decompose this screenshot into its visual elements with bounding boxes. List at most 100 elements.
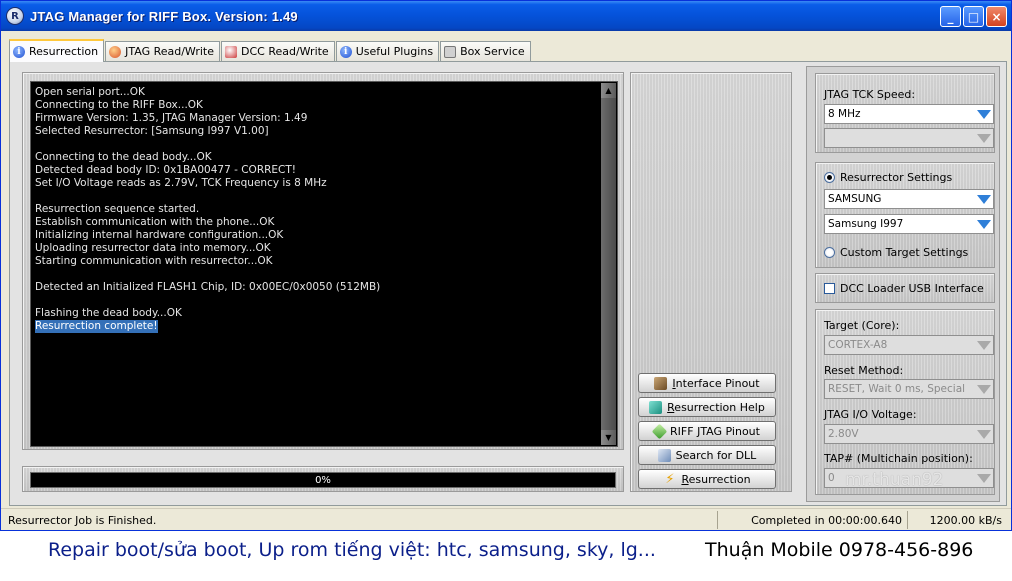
tab-useful-plugins[interactable]: i Useful Plugins bbox=[335, 41, 440, 61]
scroll-thumb[interactable] bbox=[601, 98, 616, 430]
app-window: R JTAG Manager for RIFF Box. Version: 1.… bbox=[0, 0, 1012, 531]
model-value: Samsung I997 bbox=[828, 218, 904, 230]
log-line: Firmware Version: 1.35, JTAG Manager Ver… bbox=[35, 112, 597, 125]
manufacturer-value: SAMSUNG bbox=[828, 193, 882, 205]
dcc-loader-checkbox[interactable] bbox=[824, 283, 835, 294]
title-bar[interactable]: R JTAG Manager for RIFF Box. Version: 1.… bbox=[1, 1, 1011, 31]
info-icon: i bbox=[339, 45, 352, 58]
info-icon: i bbox=[13, 45, 25, 58]
tab-box-service[interactable]: Box Service bbox=[440, 41, 531, 61]
log-line-text: Firmware Version: 1.35, JTAG Manager Ver… bbox=[35, 112, 308, 124]
reset-method-value: RESET, Wait 0 ms, Special bbox=[828, 383, 966, 395]
status-message: Resurrector Job is Finished. bbox=[8, 513, 157, 527]
chevron-down-icon[interactable] bbox=[976, 218, 991, 231]
tab-jtag-read-write[interactable]: JTAG Read/Write bbox=[105, 41, 220, 61]
target-core-select[interactable]: CORTEX-A8 bbox=[824, 335, 994, 355]
button-label: Resurrection Help bbox=[667, 400, 765, 414]
log-line-text: Connecting to the RIFF Box...OK bbox=[35, 99, 203, 111]
tab-resurrection[interactable]: i Resurrection bbox=[9, 39, 105, 62]
app-logo-icon[interactable]: R bbox=[6, 7, 24, 25]
log-line-text: Starting communication with resurrector.… bbox=[35, 255, 273, 267]
chevron-down-icon[interactable] bbox=[976, 108, 991, 121]
log-line: Uploading resurrector data into memory..… bbox=[35, 242, 597, 255]
scroll-down-icon[interactable]: ▼ bbox=[601, 430, 616, 445]
log-line-text: Initializing internal hardware configura… bbox=[35, 229, 284, 241]
custom-target-radio[interactable] bbox=[824, 247, 835, 258]
log-console[interactable]: Open serial port...OK Connecting to the R… bbox=[30, 81, 618, 447]
log-line-text: Selected Resurrector: [Samsung I997 V1.0… bbox=[35, 125, 269, 137]
minimize-button[interactable]: _ bbox=[940, 6, 961, 27]
riff-jtag-pinout-button[interactable]: RIFF JTAG Pinout bbox=[638, 421, 776, 441]
resurrection-button[interactable]: ⚡ Resurrection bbox=[638, 469, 776, 489]
chevron-down-icon bbox=[976, 428, 991, 441]
log-line-text: Open serial port...OK bbox=[35, 86, 145, 98]
tab-bar: i Resurrection JTAG Read/Write DCC Read/… bbox=[9, 39, 532, 62]
caption-left: Repair boot/sửa boot, Up rom tiếng việt:… bbox=[48, 539, 656, 561]
search-binoculars-icon bbox=[657, 448, 671, 462]
log-line: Starting communication with resurrector.… bbox=[35, 255, 597, 268]
button-label: Search for DLL bbox=[675, 448, 757, 462]
io-voltage-select[interactable]: 2.80V bbox=[824, 424, 994, 444]
target-config-group: Target (Core): CORTEX-A8 Reset Method: R… bbox=[815, 309, 995, 495]
resurrector-settings-label: Resurrector Settings bbox=[840, 171, 953, 184]
log-line-text: Connecting to the dead body...OK bbox=[35, 151, 212, 163]
box-icon bbox=[654, 376, 668, 390]
log-line: Detected dead body ID: 0x1BA00477 - CORR… bbox=[35, 164, 597, 177]
progress-label: 0% bbox=[315, 474, 331, 486]
window-title: JTAG Manager for RIFF Box. Version: 1.49 bbox=[30, 8, 298, 24]
target-core-label: Target (Core): bbox=[824, 319, 900, 332]
tck-speed-label: JTAG TCK Speed: bbox=[824, 88, 916, 101]
tck-speed-group: JTAG TCK Speed: 8 MHz bbox=[815, 73, 995, 153]
lightning-icon: ⚡ bbox=[665, 471, 675, 487]
chevron-down-icon[interactable] bbox=[976, 193, 991, 206]
dcc-loader-label: DCC Loader USB Interface bbox=[840, 282, 984, 295]
log-line-text: Detected an Initialized FLASH1 Chip, ID:… bbox=[35, 281, 381, 293]
log-scrollbar[interactable]: ▲ ▼ bbox=[601, 83, 616, 445]
jtag-icon bbox=[109, 45, 122, 58]
dcc-loader-group: DCC Loader USB Interface bbox=[815, 273, 995, 303]
button-label: Interface Pinout bbox=[672, 376, 760, 390]
tab-label: JTAG Read/Write bbox=[125, 45, 214, 58]
pen-icon bbox=[651, 423, 668, 439]
status-bar: Resurrector Job is Finished. Completed i… bbox=[1, 508, 1011, 530]
tab-label: Resurrection bbox=[29, 45, 99, 58]
io-voltage-value: 2.80V bbox=[828, 428, 859, 440]
log-line: Set I/O Voltage reads as 2.79V, TCK Freq… bbox=[35, 177, 597, 190]
tab-dcc-read-write[interactable]: DCC Read/Write bbox=[220, 41, 335, 61]
dcc-icon bbox=[224, 45, 237, 58]
resurrection-help-button[interactable]: Resurrection Help bbox=[638, 397, 776, 417]
log-line-text: Detected dead body ID: 0x1BA00477 - CORR… bbox=[35, 164, 297, 176]
tab-label: Useful Plugins bbox=[355, 45, 434, 58]
search-dll-button[interactable]: Search for DLL bbox=[638, 445, 776, 465]
log-line: Resurrection complete! bbox=[35, 320, 597, 333]
box-icon bbox=[444, 45, 457, 58]
resurrector-settings-radio[interactable] bbox=[824, 172, 835, 183]
maximize-button[interactable]: □ bbox=[963, 6, 984, 27]
log-line: Open serial port...OK bbox=[35, 86, 597, 99]
model-select[interactable]: Samsung I997 bbox=[824, 214, 994, 234]
log-line: Selected Resurrector: [Samsung I997 V1.0… bbox=[35, 125, 597, 138]
watermark-text: mr.thuan92 bbox=[845, 470, 944, 490]
tck-speed-select[interactable]: 8 MHz bbox=[824, 104, 994, 124]
log-line: Flashing the dead body...OK bbox=[35, 307, 597, 320]
chevron-down-icon bbox=[976, 472, 991, 485]
log-line: Establish communication with the phone..… bbox=[35, 216, 597, 229]
tab-label: DCC Read/Write bbox=[240, 45, 329, 58]
log-line-text: Set I/O Voltage reads as 2.79V, TCK Freq… bbox=[35, 177, 327, 189]
scroll-up-icon[interactable]: ▲ bbox=[601, 83, 616, 98]
tck-speed-secondary-select bbox=[824, 128, 994, 148]
progress-panel: 0% bbox=[22, 466, 624, 492]
target-core-value: CORTEX-A8 bbox=[828, 339, 888, 351]
manufacturer-select[interactable]: SAMSUNG bbox=[824, 189, 994, 209]
close-button[interactable]: × bbox=[986, 6, 1007, 27]
status-completed-time: Completed in 00:00:00.640 bbox=[717, 511, 907, 529]
action-panel: Interface Pinout Resurrection Help RIFF … bbox=[630, 72, 792, 492]
tck-speed-value: 8 MHz bbox=[828, 108, 861, 120]
reset-method-select[interactable]: RESET, Wait 0 ms, Special bbox=[824, 379, 994, 399]
log-line-text: Flashing the dead body...OK bbox=[35, 307, 182, 319]
interface-pinout-button[interactable]: Interface Pinout bbox=[638, 373, 776, 393]
log-line-text: Establish communication with the phone..… bbox=[35, 216, 275, 228]
